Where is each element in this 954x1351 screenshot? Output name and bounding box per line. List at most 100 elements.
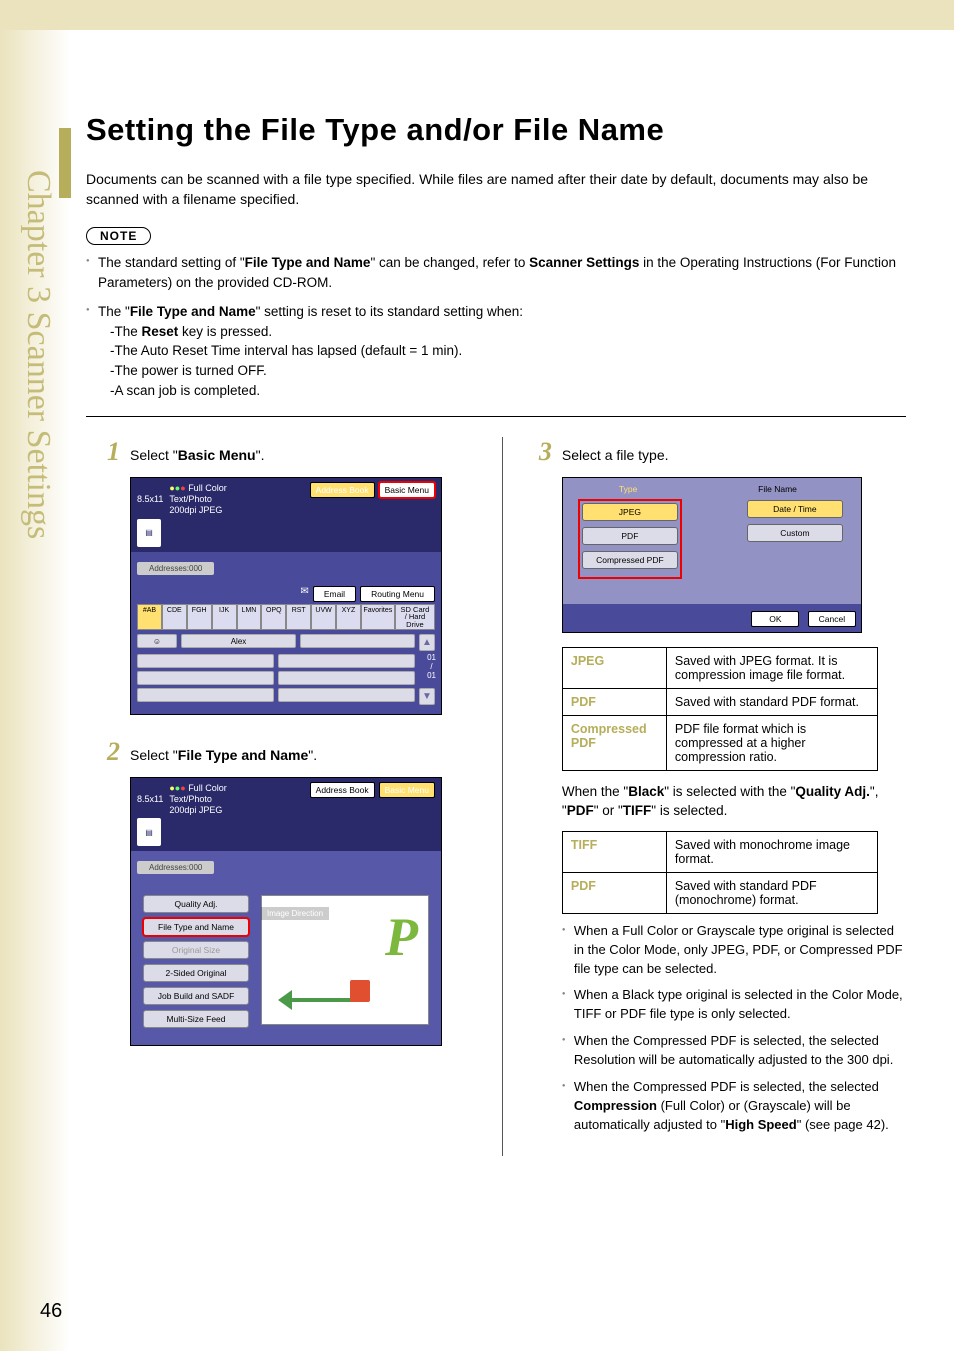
column-divider [502,437,503,1156]
type-jpeg-button[interactable]: JPEG [582,503,678,521]
name-datetime-button[interactable]: Date / Time [747,500,843,518]
resolution: 200dpi JPEG [169,505,222,515]
text: " setting is reset to its standard setti… [256,304,523,319]
note-sub: -A scan job is completed. [98,381,906,401]
contact-empty[interactable] [300,634,415,648]
page-number: 46 [40,1300,62,1323]
file-type-name-button[interactable]: File Type and Name [143,918,249,936]
text-bold: File Type and Name [130,304,256,319]
scroll-down-button[interactable]: ▼ [419,688,435,705]
tab-uvw[interactable]: UVW [311,604,336,631]
tab-lmn[interactable]: LMN [237,604,262,631]
step-number: 1 [86,437,120,467]
name-column-label: File Name [758,484,797,494]
alpha-tabs: #AB CDE FGH IJK LMN OPQ RST UVW XYZ Favo… [137,604,435,631]
contact-empty[interactable] [278,654,415,668]
job-build-button[interactable]: Job Build and SADF [143,987,249,1005]
color-mode: Full Color [188,483,227,493]
contact-empty[interactable] [278,671,415,685]
paper-size: 8.5x11 [137,494,163,504]
mail-icon: ✉ [300,586,308,602]
routing-menu-button[interactable]: Routing Menu [360,586,435,602]
cell-value: Saved with monochrome image format. [666,831,877,872]
table-row: JPEGSaved with JPEG format. It is compre… [562,648,877,689]
basic-menu-button[interactable]: Basic Menu [379,782,435,798]
multi-size-button[interactable]: Multi-Size Feed [143,1010,249,1028]
tab-rst[interactable]: RST [286,604,311,631]
table-row: PDFSaved with standard PDF (monochrome) … [562,872,877,913]
contact-empty[interactable] [137,671,274,685]
step-2: 2 Select "File Type and Name". 8.5x11 ●●… [86,737,488,1046]
screenshot-basic-menu: 8.5x11 ●●● Full Color Text/Photo 200dpi … [130,477,442,715]
bullet-item: When the Compressed PDF is selected, the… [562,1078,906,1135]
bullet-item: When the Compressed PDF is selected, the… [562,1032,906,1070]
name-custom-button[interactable]: Custom [747,524,843,542]
contact-empty[interactable] [278,688,415,702]
file-type-table: JPEGSaved with JPEG format. It is compre… [562,647,878,771]
step-text: Select a file type. [562,447,669,463]
type-pdf-button[interactable]: PDF [582,527,678,545]
contact-alex[interactable]: Alex [181,634,296,648]
preview-arrow-icon [290,998,366,1002]
ok-button[interactable]: OK [751,611,799,627]
page-indicator: 01 / 01 [427,653,436,680]
tab-ab[interactable]: #AB [137,604,162,631]
bullet-item: When a Black type original is selected i… [562,986,906,1024]
screenshot-file-type-name: 8.5x11 ●●● Full Color Text/Photo 200dpi … [130,777,442,1046]
bullet-list: When a Full Color or Grayscale type orig… [562,922,906,1134]
intro-paragraph: Documents can be scanned with a file typ… [86,170,906,209]
type-column-label: Type [619,484,637,494]
page-title: Setting the File Type and/or File Name [86,112,906,148]
screenshot-select-type: Type File Name JPEG PDF Compressed PDF D… [562,477,862,633]
basic-menu-button[interactable]: Basic Menu [379,482,435,498]
step-text: Select "File Type and Name". [130,747,317,763]
paper-size: 8.5x11 [137,794,163,804]
section-divider [86,416,906,417]
contact-empty[interactable] [137,654,274,668]
table-row: PDFSaved with standard PDF format. [562,689,877,716]
note-list: The standard setting of "File Type and N… [86,253,906,400]
doc-mode: Text/Photo [169,494,212,504]
cell-key: PDF [562,689,666,716]
step-number: 2 [86,737,120,767]
sd-card-button[interactable]: SD Card / Hard Drive [395,604,435,631]
cell-key: Compressed PDF [562,716,666,771]
cell-key: TIFF [562,831,666,872]
document-icon: ▤ [137,818,161,846]
heading-accent-bar [59,128,71,198]
document-icon: ▤ [137,519,161,547]
table-row: Compressed PDFPDF file format which is c… [562,716,877,771]
tab-cde[interactable]: CDE [162,604,187,631]
bullet-item: When a Full Color or Grayscale type orig… [562,922,906,979]
scroll-up-button[interactable]: ▲ [419,634,435,651]
type-compressed-pdf-button[interactable]: Compressed PDF [582,551,678,569]
preview-letter-icon: P [385,906,418,968]
cell-value: Saved with standard PDF (monochrome) for… [666,872,877,913]
cell-value: Saved with standard PDF format. [666,689,877,716]
text-bold: File Type and Name [245,255,371,270]
tab-favorites[interactable]: Favorites [361,604,395,631]
cell-value: PDF file format which is compressed at a… [666,716,877,771]
tab-ijk[interactable]: IJK [212,604,237,631]
email-button[interactable]: Email [313,586,356,602]
step-text: Select "Basic Menu". [130,447,264,463]
text: " can be changed, refer to [370,255,529,270]
doc-mode: Text/Photo [169,794,212,804]
tab-xyz[interactable]: XYZ [336,604,361,631]
note-badge: NOTE [86,227,151,245]
address-book-button[interactable]: Address Book [310,482,375,498]
step-3: 3 Select a file type. Type File Name JPE… [518,437,906,1134]
contact-empty[interactable] [137,688,274,702]
note-sub: -The Auto Reset Time interval has lapsed… [98,341,906,361]
tab-opq[interactable]: OPQ [261,604,286,631]
text-bold: Scanner Settings [529,255,639,270]
image-direction-label: Image Direction [261,907,329,920]
cancel-button[interactable]: Cancel [808,611,856,627]
address-book-button[interactable]: Address Book [310,782,375,798]
quality-adj-button[interactable]: Quality Adj. [143,895,249,913]
tab-fgh[interactable]: FGH [187,604,212,631]
two-sided-button[interactable]: 2-Sided Original [143,964,249,982]
addresses-field: Addresses:000 [137,861,214,874]
contact-icon-cell[interactable]: ☺ [137,634,177,648]
original-size-button[interactable]: Original Size [143,941,249,959]
